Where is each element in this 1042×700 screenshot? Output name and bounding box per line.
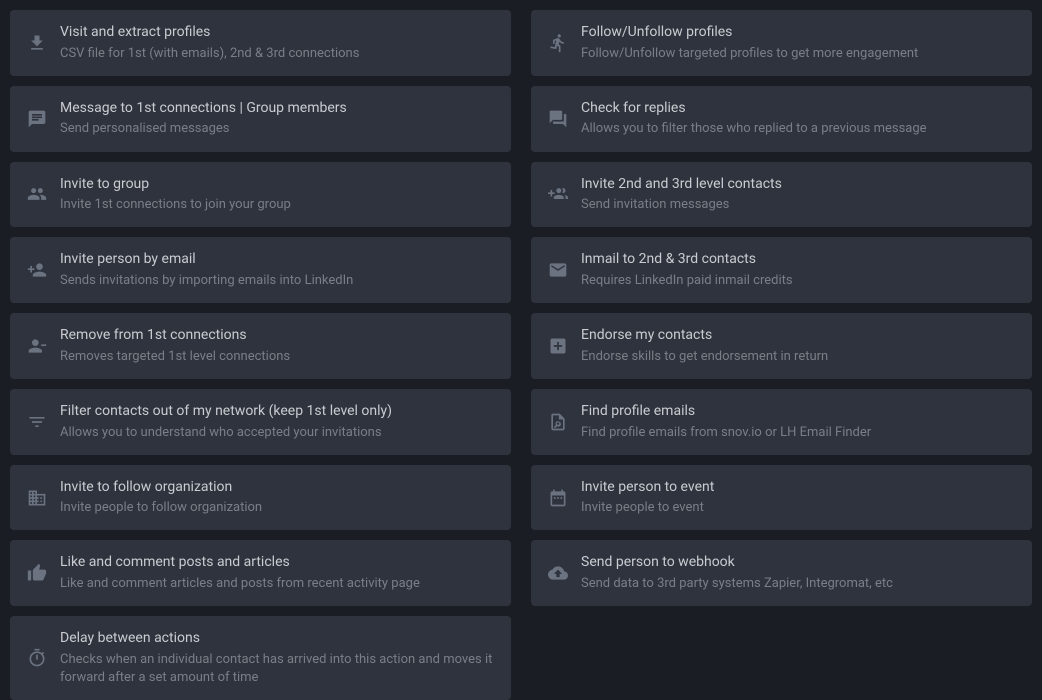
card-desc: Endorse skills to get endorsement in ret… <box>581 348 1017 366</box>
card-desc: Send personalised messages <box>60 120 496 138</box>
card-desc: Removes targeted 1st level connections <box>60 348 496 366</box>
download-icon <box>26 32 48 54</box>
group-icon <box>26 183 48 205</box>
person-remove-icon <box>26 335 48 357</box>
card-desc: Invite people to follow organization <box>60 499 496 517</box>
card-title: Endorse my contacts <box>581 326 1017 346</box>
card-title: Invite 2nd and 3rd level contacts <box>581 175 1017 195</box>
card-invite-person-to-event[interactable]: Invite person to event Invite people to … <box>531 465 1032 531</box>
card-title: Message to 1st connections | Group membe… <box>60 99 496 119</box>
card-follow-unfollow-profiles[interactable]: Follow/Unfollow profiles Follow/Unfollow… <box>531 10 1032 76</box>
card-invite-to-group[interactable]: Invite to group Invite 1st connections t… <box>10 162 511 228</box>
card-desc: Follow/Unfollow targeted profiles to get… <box>581 45 1017 63</box>
card-title: Invite person to event <box>581 478 1017 498</box>
card-filter-contacts-out-of-network[interactable]: Filter contacts out of my network (keep … <box>10 389 511 455</box>
card-title: Invite to group <box>60 175 496 195</box>
card-inmail-2nd-3rd-contacts[interactable]: Inmail to 2nd & 3rd contacts Requires Li… <box>531 237 1032 303</box>
card-title: Send person to webhook <box>581 553 1017 573</box>
person-add-icon <box>26 259 48 281</box>
card-title: Delay between actions <box>60 629 496 649</box>
filter-icon <box>26 411 48 433</box>
mail-icon <box>547 259 569 281</box>
timer-icon <box>26 647 48 669</box>
card-title: Find profile emails <box>581 402 1017 422</box>
card-title: Invite person by email <box>60 250 496 270</box>
card-title: Check for replies <box>581 99 1017 119</box>
card-desc: Send invitation messages <box>581 196 1017 214</box>
card-title: Filter contacts out of my network (keep … <box>60 402 496 422</box>
card-endorse-my-contacts[interactable]: Endorse my contacts Endorse skills to ge… <box>531 313 1032 379</box>
card-title: Invite to follow organization <box>60 478 496 498</box>
card-invite-2nd-3rd-level[interactable]: Invite 2nd and 3rd level contacts Send i… <box>531 162 1032 228</box>
card-remove-from-1st-connections[interactable]: Remove from 1st connections Removes targ… <box>10 313 511 379</box>
card-desc: Allows you to understand who accepted yo… <box>60 424 496 442</box>
card-delay-between-actions[interactable]: Delay between actions Checks when an ind… <box>10 616 511 700</box>
card-desc: Checks when an individual contact has ar… <box>60 651 496 687</box>
card-desc: Find profile emails from snov.io or LH E… <box>581 424 1017 442</box>
card-title: Like and comment posts and articles <box>60 553 496 573</box>
run-icon <box>547 32 569 54</box>
cloud-upload-icon <box>547 562 569 584</box>
card-desc: Allows you to filter those who replied t… <box>581 120 1017 138</box>
card-title: Follow/Unfollow profiles <box>581 23 1017 43</box>
card-desc: Like and comment articles and posts from… <box>60 575 496 593</box>
action-card-grid: Visit and extract profiles CSV file for … <box>10 10 1032 700</box>
card-desc: Invite people to event <box>581 499 1017 517</box>
card-desc: Sends invitations by importing emails in… <box>60 272 496 290</box>
question-answer-icon <box>547 108 569 130</box>
card-message-1st-connections[interactable]: Message to 1st connections | Group membe… <box>10 86 511 152</box>
card-desc: Invite 1st connections to join your grou… <box>60 196 496 214</box>
card-check-for-replies[interactable]: Check for replies Allows you to filter t… <box>531 86 1032 152</box>
card-title: Remove from 1st connections <box>60 326 496 346</box>
message-icon <box>26 108 48 130</box>
file-search-icon <box>547 411 569 433</box>
add-box-icon <box>547 335 569 357</box>
card-find-profile-emails[interactable]: Find profile emails Find profile emails … <box>531 389 1032 455</box>
card-desc: CSV file for 1st (with emails), 2nd & 3r… <box>60 45 496 63</box>
card-title: Visit and extract profiles <box>60 23 496 43</box>
thumb-up-icon <box>26 562 48 584</box>
card-send-person-to-webhook[interactable]: Send person to webhook Send data to 3rd … <box>531 540 1032 606</box>
person-plus-icon <box>547 183 569 205</box>
card-visit-extract-profiles[interactable]: Visit and extract profiles CSV file for … <box>10 10 511 76</box>
card-like-and-comment-posts[interactable]: Like and comment posts and articles Like… <box>10 540 511 606</box>
card-invite-person-by-email[interactable]: Invite person by email Sends invitations… <box>10 237 511 303</box>
card-desc: Requires LinkedIn paid inmail credits <box>581 272 1017 290</box>
calendar-icon <box>547 487 569 509</box>
building-icon <box>26 487 48 509</box>
card-desc: Send data to 3rd party systems Zapier, I… <box>581 575 1017 593</box>
card-title: Inmail to 2nd & 3rd contacts <box>581 250 1017 270</box>
card-invite-to-follow-organization[interactable]: Invite to follow organization Invite peo… <box>10 465 511 531</box>
